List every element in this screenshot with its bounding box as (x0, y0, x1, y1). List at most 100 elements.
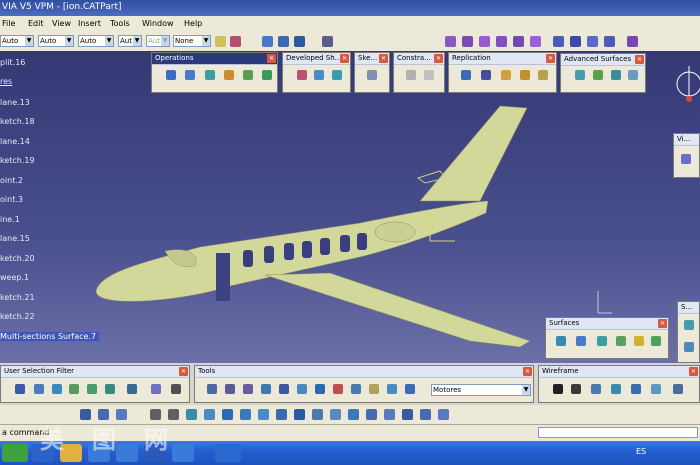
toolbar-icon[interactable] (80, 409, 91, 420)
point-icon[interactable] (553, 384, 563, 394)
extrude-icon[interactable] (556, 336, 566, 346)
filter-icon-4[interactable] (69, 384, 79, 394)
grid-icon[interactable] (279, 384, 289, 394)
cube-icon-2[interactable] (570, 36, 581, 47)
constraint-icon[interactable] (406, 70, 416, 80)
line-icon[interactable] (571, 384, 581, 394)
circle-icon[interactable] (673, 384, 683, 394)
menu-insert[interactable]: Insert (78, 19, 101, 28)
layer-combo[interactable]: None ▼ (173, 35, 211, 47)
toolbar-icon[interactable] (366, 409, 377, 420)
color-combo[interactable]: Auto ▼ (0, 35, 34, 47)
menu-window[interactable]: Window (142, 19, 174, 28)
fillet-icon[interactable] (205, 70, 215, 80)
tree-item[interactable]: lane.15 (0, 234, 30, 243)
menu-view[interactable]: View (52, 19, 71, 28)
toolbar-icon[interactable] (402, 409, 413, 420)
render-icon[interactable] (627, 36, 638, 47)
toolbar-icon[interactable] (204, 409, 215, 420)
filter-icon-6[interactable] (105, 384, 115, 394)
close-icon[interactable]: ✕ (658, 319, 667, 328)
tree-item[interactable]: ketch.20 (0, 254, 35, 263)
tree-item[interactable]: lane.14 (0, 137, 30, 146)
toolbar-icon[interactable] (222, 409, 233, 420)
tree-item[interactable]: ketch.18 (0, 117, 35, 126)
tree-item-selected[interactable]: Multi-sections Surface.7 (0, 332, 100, 341)
grid-icon[interactable] (294, 36, 305, 47)
rectangular-pattern-icon[interactable] (481, 70, 491, 80)
view-mode-icon-2[interactable] (462, 36, 473, 47)
taskbar-app-5[interactable] (172, 444, 194, 462)
tools-icon-11[interactable] (387, 384, 397, 394)
tree-item[interactable]: lane.13 (0, 98, 30, 107)
toolbar-icon[interactable] (116, 409, 127, 420)
command-input[interactable] (538, 427, 698, 438)
toolbar-icon[interactable] (276, 409, 287, 420)
menu-edit[interactable]: Edit (28, 19, 44, 28)
toolbar-icon[interactable] (348, 409, 359, 420)
cube-icon-4[interactable] (604, 36, 615, 47)
tree-icon[interactable] (278, 36, 289, 47)
filter-icon-2[interactable] (34, 384, 44, 394)
tree-item[interactable]: ketch.21 (0, 293, 35, 302)
filter-icon-7[interactable] (127, 384, 137, 394)
work-plane-icon[interactable] (261, 384, 271, 394)
extrapolate-icon[interactable] (224, 70, 234, 80)
tools-combo[interactable]: Motores ▼ (431, 384, 531, 396)
close-icon[interactable]: ✕ (523, 367, 532, 376)
close-icon[interactable]: ✕ (267, 54, 276, 63)
axis-icon[interactable] (225, 384, 235, 394)
sweep-icon[interactable] (616, 336, 626, 346)
unfold-icon[interactable] (314, 70, 324, 80)
shape-morphing-icon[interactable] (628, 70, 638, 80)
close-icon[interactable]: ✕ (689, 367, 698, 376)
zoom-in-icon[interactable] (150, 409, 161, 420)
menu-help[interactable]: Help (184, 19, 202, 28)
tree-item[interactable]: ine.1 (0, 215, 20, 224)
view-mode-icon-5[interactable] (513, 36, 524, 47)
plane-icon[interactable] (591, 384, 601, 394)
tree-item[interactable]: res (0, 77, 12, 86)
boundary-icon[interactable] (262, 70, 272, 80)
toolbar-icon[interactable] (438, 409, 449, 420)
join-icon[interactable] (166, 70, 176, 80)
tree-item[interactable]: weep.1 (0, 273, 29, 282)
filter-icon-9[interactable] (171, 384, 181, 394)
menu-tools[interactable]: Tools (110, 19, 130, 28)
thickness-combo[interactable]: Auto ▼ (78, 35, 114, 47)
catalog-icon[interactable] (538, 70, 548, 80)
wrap-surface-icon[interactable] (611, 70, 621, 80)
intersection-icon[interactable] (631, 384, 641, 394)
view-mode-icon-3[interactable] (479, 36, 490, 47)
offset-icon[interactable] (597, 336, 607, 346)
view-mode-icon-4[interactable] (496, 36, 507, 47)
tools-icon-9[interactable] (351, 384, 361, 394)
tools-icon-10[interactable] (369, 384, 379, 394)
sketcher-icon[interactable] (367, 70, 377, 80)
power-copy-icon[interactable] (501, 70, 511, 80)
3d-viewport[interactable]: plit.16 res lane.13 ketch.18 lane.14 ket… (0, 51, 700, 363)
tree-item[interactable]: ketch.22 (0, 312, 35, 321)
menu-file[interactable]: File (2, 19, 15, 28)
tree-item[interactable]: ketch.19 (0, 156, 35, 165)
fill-icon[interactable] (634, 336, 644, 346)
filter-icon-5[interactable] (87, 384, 97, 394)
transfer-icon[interactable] (332, 70, 342, 80)
transparency-combo[interactable]: Auto ▼ (38, 35, 74, 47)
filter-icon-8[interactable] (151, 384, 161, 394)
paint-icon[interactable] (215, 36, 226, 47)
multi-sections-icon[interactable] (651, 336, 661, 346)
toolbar-icon[interactable] (98, 409, 109, 420)
tree-item[interactable]: plit.16 (0, 58, 25, 67)
catia-taskbar-icon[interactable] (215, 444, 241, 462)
translate-icon[interactable] (243, 70, 253, 80)
update-icon[interactable] (207, 384, 217, 394)
view-mode-icon-1[interactable] (445, 36, 456, 47)
view-mode-icon-6[interactable] (530, 36, 541, 47)
bump-icon[interactable] (575, 70, 585, 80)
toolbar-icon[interactable] (294, 409, 305, 420)
filter-icon-1[interactable] (15, 384, 25, 394)
tools-icon-12[interactable] (405, 384, 415, 394)
toolbar-icon[interactable] (186, 409, 197, 420)
brush-icon[interactable] (230, 36, 241, 47)
